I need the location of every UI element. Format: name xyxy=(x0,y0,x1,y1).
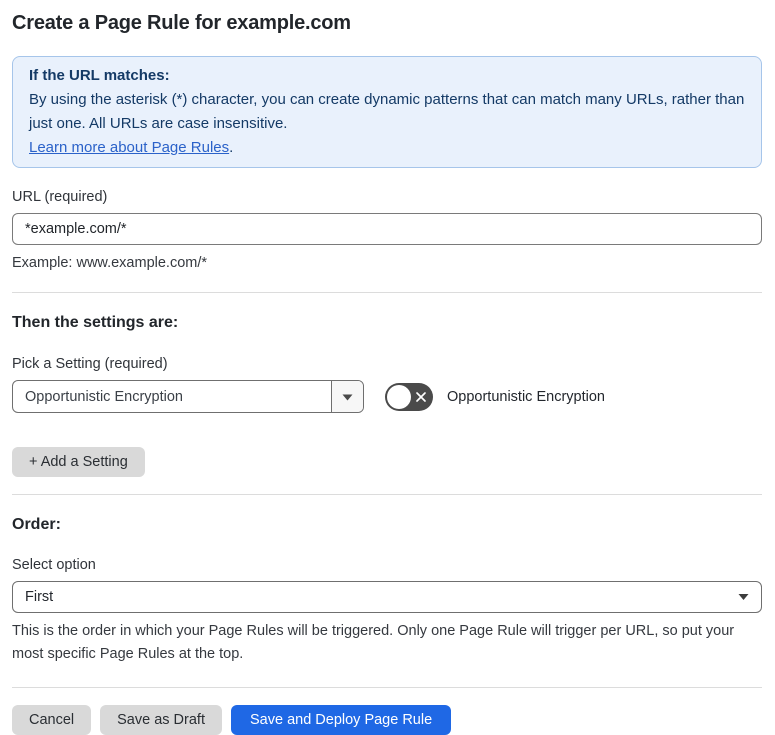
setting-dropdown[interactable]: Opportunistic Encryption xyxy=(12,380,364,413)
order-section-heading: Order: xyxy=(12,516,61,533)
save-as-draft-button[interactable]: Save as Draft xyxy=(100,705,222,735)
order-help-text: This is the order in which your Page Rul… xyxy=(12,623,735,662)
toggle-label: Opportunistic Encryption xyxy=(447,388,605,405)
info-box-link-line: Learn more about Page Rules. xyxy=(29,136,745,160)
chevron-down-icon xyxy=(738,594,749,601)
link-suffix: . xyxy=(229,139,234,156)
chevron-down-icon xyxy=(342,388,353,406)
url-example-text: Example: www.example.com/* xyxy=(12,255,208,271)
page-title: Create a Page Rule for example.com xyxy=(12,12,351,34)
save-and-deploy-button[interactable]: Save and Deploy Page Rule xyxy=(230,705,452,735)
info-box-body: By using the asterisk (*) character, you… xyxy=(29,91,745,132)
opportunistic-encryption-toggle[interactable] xyxy=(385,382,433,411)
url-label: URL (required) xyxy=(12,189,108,205)
pick-setting-label: Pick a Setting (required) xyxy=(12,356,168,372)
order-select[interactable]: First xyxy=(12,581,762,613)
setting-row: Opportunistic Encryption Opportunistic E… xyxy=(12,380,762,413)
divider xyxy=(12,494,762,495)
info-box-heading: If the URL matches: xyxy=(29,67,170,84)
setting-dropdown-value: Opportunistic Encryption xyxy=(25,388,183,405)
divider xyxy=(12,687,762,688)
select-option-label: Select option xyxy=(12,557,96,573)
url-input[interactable] xyxy=(12,213,762,245)
url-match-info-box: If the URL matches: By using the asteris… xyxy=(12,56,762,168)
toggle-knob xyxy=(387,384,411,409)
add-setting-button[interactable]: + Add a Setting xyxy=(12,447,145,477)
cancel-button[interactable]: Cancel xyxy=(12,705,92,735)
settings-section-heading: Then the settings are: xyxy=(12,314,179,331)
footer-actions: Cancel Save as Draft Save and Deploy Pag… xyxy=(12,705,762,735)
setting-dropdown-arrow-button[interactable] xyxy=(331,381,363,412)
order-select-value: First xyxy=(25,589,54,605)
learn-more-link[interactable]: Learn more about Page Rules xyxy=(29,139,229,156)
toggle-off-x-icon xyxy=(415,391,427,403)
divider xyxy=(12,292,762,293)
